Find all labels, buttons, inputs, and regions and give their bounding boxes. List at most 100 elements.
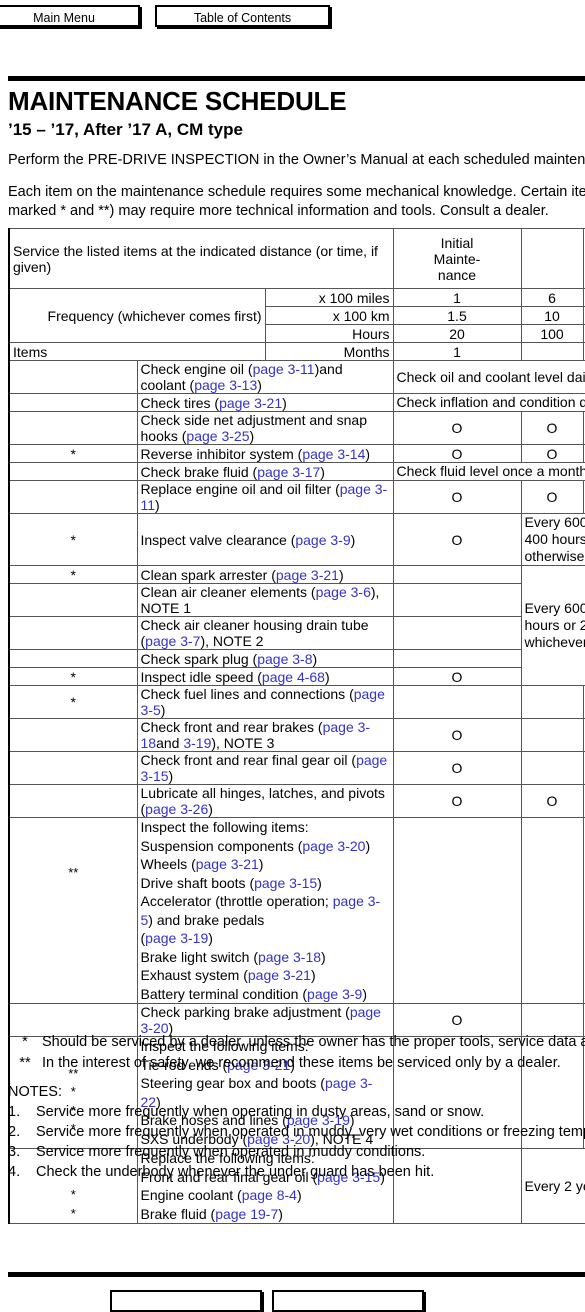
footer-rule — [8, 1272, 585, 1277]
page-link[interactable]: page 3-13 — [194, 377, 257, 393]
note-number: 1. — [8, 1104, 21, 1120]
page-link[interactable]: page 3-11 — [253, 361, 315, 377]
frequency-unit: Months — [264, 342, 394, 361]
row-mark-col2 — [520, 685, 584, 719]
bottom-button-2[interactable] — [272, 1290, 424, 1312]
table-row: Check air cleaner housing drain tube (pa… — [8, 616, 585, 650]
row-star-marker: * — [8, 565, 138, 584]
row-mark-col2 — [520, 718, 584, 752]
table-row: * Inspect idle speed (page 4-68) O — [8, 667, 585, 686]
row-item-label: Check air cleaner housing drain tube (pa… — [136, 616, 394, 650]
table-row: Check spark plug (page 3-8) — [8, 649, 585, 668]
row-span-note: Check inflation and condition daily — [392, 393, 585, 412]
row-mark-col1 — [392, 685, 522, 719]
page-link[interactable]: 3-19 — [183, 735, 211, 751]
row-mark-col1: O — [392, 411, 522, 445]
page-link[interactable]: page 3-21 — [219, 395, 282, 411]
row-star-marker — [8, 393, 138, 412]
footnote-row: * Should be serviced by a dealer, unless … — [8, 1032, 585, 1053]
table-row: Check front and rear final gear oil (pag… — [8, 751, 585, 785]
page-link[interactable]: page 3-14 — [302, 446, 365, 462]
note-number: 3. — [8, 1144, 21, 1160]
row-item-label: Check brake fluid (page 3-17) — [136, 462, 394, 481]
table-row: * Inspect valve clearance (page 3-9) O Ever… — [8, 513, 585, 566]
row-mark-col2: O — [520, 411, 584, 445]
table-header-initial-maintenance: Initial Mainte-nance — [392, 228, 522, 289]
row-star-marker — [8, 480, 138, 514]
page-link[interactable]: page 3-17 — [257, 464, 320, 480]
notes-section: NOTES: 1. Service more frequently when op… — [8, 1082, 585, 1182]
page-link[interactable]: page 3-9 — [295, 532, 350, 548]
row-item-label: Check front and rear final gear oil (pag… — [136, 751, 394, 785]
frequency-col2 — [520, 342, 584, 361]
page-link[interactable]: page 3-8 — [257, 651, 312, 667]
row-star-marker: * — [8, 685, 138, 719]
frequency-initial: 1.5 — [392, 306, 522, 325]
row-star-marker: * — [8, 667, 138, 686]
table-row: Clean air cleaner elements (page 3-6), N… — [8, 583, 585, 617]
page-link[interactable]: page 4-68 — [262, 669, 325, 685]
page-link[interactable]: page 3-20 — [302, 838, 365, 854]
row-mark-col1: O — [392, 444, 522, 463]
row-star-marker — [8, 784, 138, 818]
intro-paragraph-2: Each item on the maintenance schedule re… — [8, 184, 585, 219]
footnote-row: ** In the interest of safety, we recommen… — [8, 1053, 585, 1074]
inspect-block-1-stars: ** — [8, 817, 138, 1004]
row-mark-initial — [392, 616, 522, 650]
main-menu-button[interactable]: Main Menu — [0, 5, 140, 27]
frequency-unit: x 100 miles — [264, 288, 394, 307]
row-item-label: Inspect valve clearance (page 3-9) — [136, 513, 394, 566]
table-row: Check engine oil (page 3-11)and coolant … — [8, 360, 585, 394]
page-link[interactable]: page 8-4 — [242, 1187, 297, 1203]
row-item-label: Lubricate all hinges, latches, and pivot… — [136, 784, 394, 818]
table-of-contents-button[interactable]: Table of Contents — [155, 5, 330, 27]
table-header-row: Service the listed items at the indicate… — [8, 228, 585, 289]
table-row: * Check fuel lines and connections (page … — [8, 685, 585, 719]
row-mark-col1: O — [392, 718, 522, 752]
row-mark-col1: O — [392, 480, 522, 514]
footnote-text: Should be serviced by a dealer, unless t… — [42, 1034, 585, 1050]
page-link[interactable]: page 3-9 — [307, 986, 362, 1002]
row-mark-initial: O — [392, 513, 522, 566]
page-link[interactable]: page 3-26 — [145, 801, 208, 817]
row-mark-col1: O — [392, 784, 522, 818]
row-item-label: Check tires (page 3-21) — [136, 393, 394, 412]
footnote-marker: ** — [19, 1055, 31, 1071]
page-title: MAINTENANCE SCHEDULE — [8, 86, 347, 116]
page-link[interactable]: page 3-25 — [186, 428, 249, 444]
page-link[interactable]: page 3-21 — [196, 856, 259, 872]
page-link[interactable]: page 3-21 — [248, 967, 311, 983]
row-merged-interval: Every 6000 miles (10 000 km) or 400 hour… — [520, 513, 585, 566]
row-star-marker: * — [8, 444, 138, 463]
table-row: Check side net adjustment and snap hooks… — [8, 411, 585, 445]
row-item-label: Check spark plug (page 3-8) — [136, 649, 394, 668]
table-row: * Clean spark arrester (page 3-21) Every 6… — [8, 565, 585, 686]
row-mark-col1: O — [392, 751, 522, 785]
row-star-marker — [8, 649, 138, 668]
row-star-marker — [8, 616, 138, 650]
page-link[interactable]: page 3-7 — [145, 633, 200, 649]
page-link[interactable]: page 3-18 — [258, 949, 321, 965]
row-mark-col2: O — [520, 480, 584, 514]
row-item-label: Inspect idle speed (page 4-68) — [136, 667, 394, 686]
page-link[interactable]: page 3-15 — [254, 875, 317, 891]
bottom-button-1[interactable] — [110, 1290, 262, 1312]
row-star-marker — [8, 360, 138, 394]
note-row: 4. Check the underbody whenever the under… — [8, 1162, 585, 1182]
page-link[interactable]: page 3-6 — [316, 584, 371, 600]
inspect-block-1-mark-col2 — [520, 817, 584, 1004]
page-link[interactable]: page 3-21 — [276, 567, 339, 583]
note-number: 2. — [8, 1124, 21, 1140]
footnote-text: In the interest of safety, we recommend … — [42, 1055, 561, 1071]
frequency-col2: 6 — [520, 288, 584, 307]
frequency-unit: Hours — [264, 324, 394, 343]
frequency-initial: 1 — [392, 288, 522, 307]
row-mark-initial — [392, 583, 522, 617]
page-link[interactable]: page 3-19 — [145, 930, 208, 946]
inspect-block-1: ** Inspect the following items: Suspensio… — [8, 817, 585, 1004]
page-link[interactable]: page 19-7 — [215, 1206, 278, 1222]
maintenance-schedule-table: Service the listed items at the indicate… — [8, 228, 585, 1224]
row-mark-initial: O — [392, 667, 522, 686]
frequency-unit: x 100 km — [264, 306, 394, 325]
row-mark-initial — [392, 565, 522, 584]
